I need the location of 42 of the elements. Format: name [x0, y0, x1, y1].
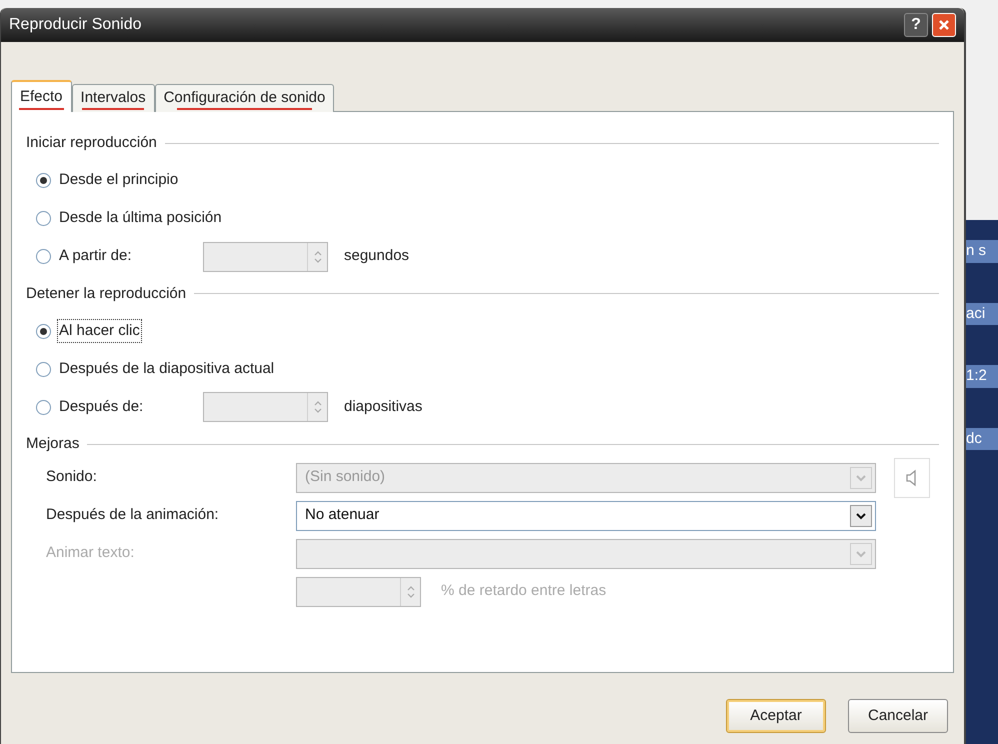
radio-label[interactable]: A partir de: [57, 244, 197, 269]
underline-mark [82, 108, 144, 110]
dialog-button[interactable]: Aceptar [726, 699, 826, 733]
tab[interactable]: Intervalos [72, 84, 155, 112]
spin-field[interactable] [203, 392, 328, 422]
speaker-icon [906, 468, 918, 486]
field-label: Animar texto: [46, 544, 134, 562]
close-icon [938, 19, 950, 31]
close-button[interactable] [932, 13, 956, 37]
chevron-down-icon[interactable] [850, 504, 872, 526]
partial-text: 1:2 [966, 365, 998, 388]
help-button[interactable]: ? [904, 13, 928, 37]
radio-label[interactable]: Después de: [57, 394, 197, 420]
spin-field[interactable] [296, 576, 421, 606]
partial-text: n s [966, 240, 998, 262]
dialog-button[interactable]: Cancelar [848, 699, 948, 733]
radio-button[interactable] [36, 400, 51, 414]
radio-button[interactable] [36, 362, 51, 376]
radio-label[interactable]: Al hacer clic [57, 318, 142, 344]
dropdown-field[interactable]: No atenuar [296, 500, 876, 530]
group-title: Detener la reproducción [26, 284, 186, 304]
partial-text: aci [966, 302, 998, 325]
radio-label[interactable]: Desde el principio [57, 168, 180, 193]
radio-button[interactable] [36, 249, 51, 264]
delay-label: % de retardo entre letras [441, 581, 606, 602]
tab[interactable]: Efecto [11, 80, 72, 112]
field-label: Después de la animación: [46, 506, 219, 524]
group-title: Mejoras [26, 434, 80, 454]
unit-label: segundos [344, 246, 410, 266]
radio-button[interactable] [36, 173, 51, 188]
radio-label[interactable]: Después de la diapositiva actual [57, 356, 276, 382]
tab[interactable]: Configuración de sonido [154, 84, 334, 112]
radio-label[interactable]: Desde la última posición [57, 206, 224, 231]
field-label: Sonido: [46, 468, 97, 486]
partial-text: dc [966, 428, 998, 450]
group-title: Iniciar reproducción [26, 133, 157, 153]
radio-button[interactable] [36, 211, 51, 226]
window-title: Reproducir Sonido [9, 15, 143, 35]
underline-mark [19, 108, 64, 110]
spin-field[interactable] [203, 242, 328, 272]
radio-button[interactable] [36, 324, 51, 338]
unit-label: diapositivas [344, 396, 422, 417]
